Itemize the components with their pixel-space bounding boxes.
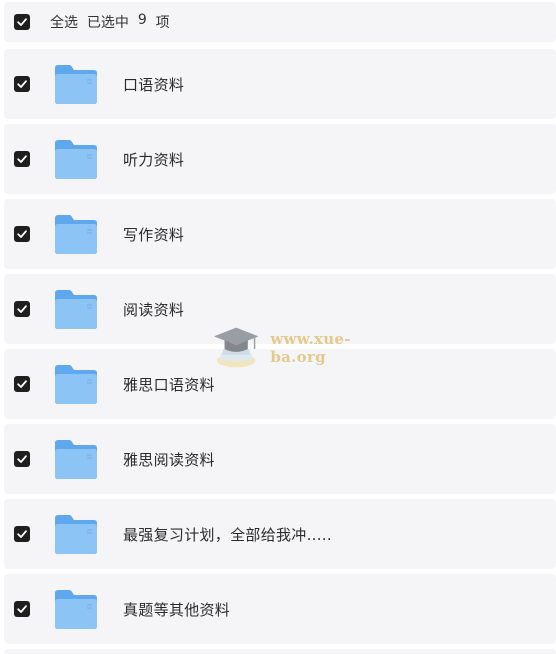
folder-row-4[interactable]: 阅读资料	[4, 274, 556, 344]
check-icon	[17, 455, 27, 463]
row-checkbox[interactable]	[14, 376, 30, 392]
selected-prefix: 已选中	[86, 15, 129, 31]
row-checkbox[interactable]	[14, 526, 30, 542]
check-icon	[17, 80, 27, 88]
folder-name: 口语资料	[123, 75, 185, 94]
row-checkbox[interactable]	[14, 76, 30, 92]
folder-name: 写作资料	[123, 225, 185, 244]
folder-name: 最强复习计划，全部给我冲.....	[123, 525, 332, 544]
check-icon	[17, 380, 27, 388]
check-icon	[17, 530, 27, 538]
folder-icon	[55, 515, 97, 554]
folder-name: 雅思口语资料	[123, 375, 215, 394]
folder-icon	[55, 440, 97, 479]
folder-name: 雅思阅读资料	[123, 450, 215, 469]
check-icon	[17, 230, 27, 238]
folder-row-6[interactable]: 雅思阅读资料	[4, 424, 556, 494]
check-icon	[17, 155, 27, 163]
row-checkbox[interactable]	[14, 301, 30, 317]
check-icon	[17, 18, 27, 26]
select-all-label[interactable]: 全选	[50, 12, 78, 32]
folder-name: 真题等其他资料	[123, 600, 231, 619]
folder-row-3[interactable]: 写作资料	[4, 199, 556, 269]
folder-row-8[interactable]: 真题等其他资料	[4, 574, 556, 644]
folder-row-2[interactable]: 听力资料	[4, 124, 556, 194]
folder-icon	[55, 290, 97, 329]
folder-list: 口语资料 听力资料 写作资料 阅读资料 雅思口语资料 雅思阅读资料 最强复习计划…	[4, 49, 556, 649]
select-all-bar: 全选 已选中 9 项	[4, 2, 556, 42]
file-selection-page: 全选 已选中 9 项 口语资料 听力资料 写作资料 阅读资料 雅思口语资料 雅思…	[0, 0, 556, 654]
folder-icon	[55, 65, 97, 104]
selected-count: 9	[137, 12, 147, 28]
row-checkbox[interactable]	[14, 226, 30, 242]
folder-icon	[55, 590, 97, 629]
row-checkbox[interactable]	[14, 601, 30, 617]
folder-icon	[55, 140, 97, 179]
row-checkbox[interactable]	[14, 151, 30, 167]
select-all-checkbox[interactable]	[14, 14, 30, 30]
folder-icon	[55, 365, 97, 404]
check-icon	[17, 305, 27, 313]
selection-summary: 全选 已选中 9 项	[50, 12, 170, 32]
folder-row-partial[interactable]	[4, 649, 556, 654]
folder-name: 听力资料	[123, 150, 185, 169]
row-checkbox[interactable]	[14, 451, 30, 467]
folder-row-1[interactable]: 口语资料	[4, 49, 556, 119]
folder-row-5[interactable]: 雅思口语资料	[4, 349, 556, 419]
folder-name: 阅读资料	[123, 300, 185, 319]
folder-icon	[55, 215, 97, 254]
folder-row-7[interactable]: 最强复习计划，全部给我冲.....	[4, 499, 556, 569]
check-icon	[17, 605, 27, 613]
selected-suffix: 项	[155, 15, 170, 31]
